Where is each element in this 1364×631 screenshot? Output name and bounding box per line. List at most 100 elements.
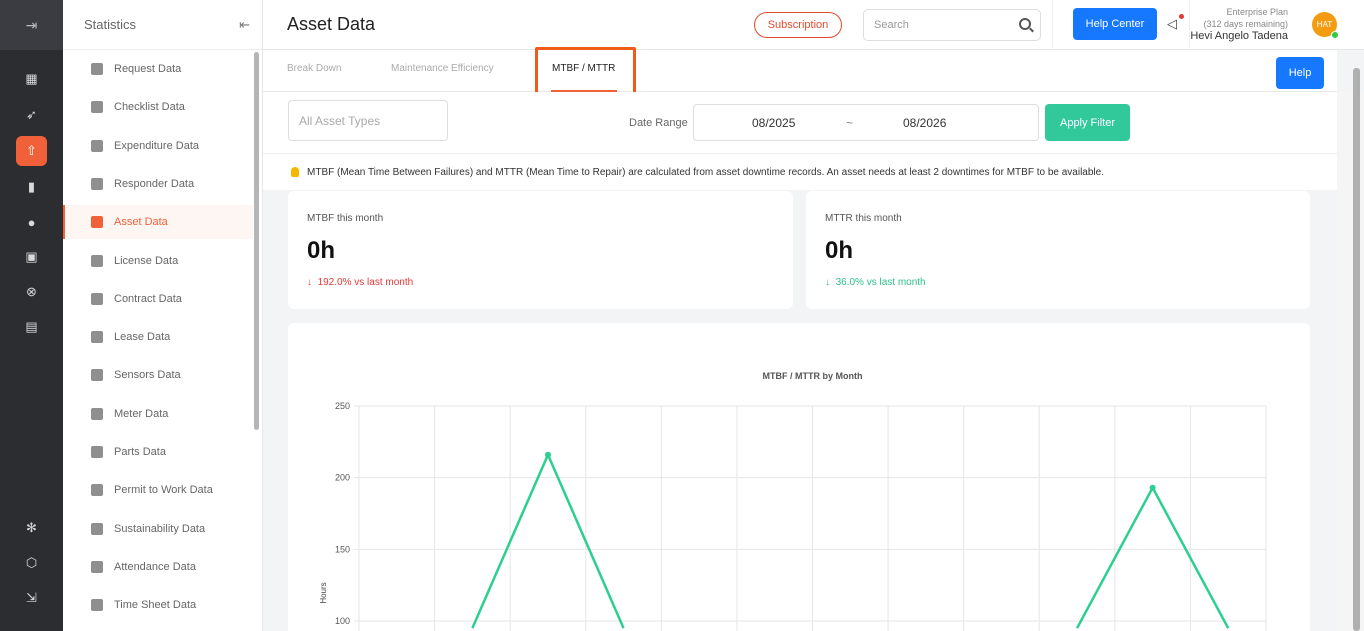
dashboard-icon[interactable]: ▦ bbox=[16, 64, 47, 94]
asset-types-select[interactable]: All Asset Types bbox=[288, 100, 448, 141]
sidebar-item-label: Parts Data bbox=[114, 446, 166, 458]
collapse-sidebar-icon[interactable]: ⇤ bbox=[239, 17, 250, 33]
date-to[interactable]: 08/2026 bbox=[903, 116, 946, 130]
date-range-picker[interactable]: 08/2025 ~ 08/2026 bbox=[693, 104, 1039, 141]
top-header: Asset Data Subscription Search Help Cent… bbox=[263, 0, 1364, 50]
filter-bar: All Asset Types Date Range 08/2025 ~ 08/… bbox=[263, 92, 1337, 154]
sidebar-item-icon bbox=[91, 139, 103, 152]
sidebar-scrollbar[interactable] bbox=[254, 52, 259, 430]
sidebar-item-meter-data[interactable]: Meter Data bbox=[63, 397, 253, 431]
sidebar-item-icon bbox=[91, 560, 103, 573]
y-axis-label: Hours bbox=[319, 582, 328, 603]
user-name[interactable]: Hevi Angelo Tadena bbox=[1190, 30, 1288, 42]
mttr-change: ↓ 36.0% vs last month bbox=[825, 277, 926, 288]
subscription-button[interactable]: Subscription bbox=[754, 12, 842, 38]
statistics-icon[interactable]: ⇧ bbox=[16, 136, 47, 166]
sidebar-item-sensors-data[interactable]: Sensors Data bbox=[63, 358, 253, 392]
tab-break-down[interactable]: Break Down bbox=[287, 63, 341, 74]
mttr-value: 0h bbox=[825, 237, 854, 264]
mtbf-change: ↓ 192.0% vs last month bbox=[307, 277, 413, 288]
search-input[interactable]: Search bbox=[863, 9, 1041, 41]
sidebar-item-label: Meter Data bbox=[114, 407, 169, 420]
sidebar-item-label: Expenditure Data bbox=[114, 139, 199, 152]
icon-rail: ⇥ ▦ ➶ ⇧ ▮ ● ▣ ⊗ ▤ ✻ ⬡ ⇲ bbox=[0, 0, 63, 631]
sidebar-item-parts-data[interactable]: Parts Data bbox=[63, 435, 253, 469]
logout-icon[interactable]: ⇲ bbox=[16, 583, 47, 613]
page-title: Asset Data bbox=[287, 14, 376, 34]
mtbf-change-text: 192.0% vs last month bbox=[317, 277, 414, 288]
sidebar-item-icon bbox=[91, 101, 103, 114]
tab-maintenance-efficiency[interactable]: Maintenance Efficiency bbox=[391, 63, 494, 74]
sidebar-item-icon bbox=[91, 331, 103, 344]
mttr-card: MTTR this month 0h ↓ 36.0% vs last month bbox=[806, 191, 1310, 309]
mtbf-card: MTBF this month 0h ↓ 192.0% vs last mont… bbox=[288, 191, 793, 309]
sidebar-item-sustainability-data[interactable]: Sustainability Data bbox=[63, 512, 253, 546]
sidebar-item-lease-data[interactable]: Lease Data bbox=[63, 320, 253, 354]
chart-title: MTBF / MTTR by Month bbox=[763, 371, 863, 381]
search-placeholder: Search bbox=[874, 19, 909, 31]
sidebar-item-label: Lease Data bbox=[114, 331, 171, 344]
search-icon[interactable] bbox=[1019, 18, 1031, 30]
sidebar-item-attendance-data[interactable]: Attendance Data bbox=[63, 550, 253, 584]
sidebar-item-label: Time Sheet Data bbox=[114, 599, 197, 612]
gear-icon[interactable]: ✻ bbox=[16, 513, 47, 543]
mtbf-value: 0h bbox=[307, 237, 336, 264]
plan-remaining: (312 days remaining) bbox=[1203, 19, 1288, 29]
sidebar-item-icon bbox=[91, 292, 103, 305]
sidebar-item-checklist-data[interactable]: Checklist Data bbox=[63, 90, 253, 124]
sidebar-item-time-sheet-data[interactable]: Time Sheet Data bbox=[63, 588, 253, 622]
mttr-change-text: 36.0% vs last month bbox=[835, 277, 926, 288]
sidebar-item-label: Asset Data bbox=[114, 216, 168, 229]
robot-icon[interactable]: ▣ bbox=[16, 242, 47, 272]
ai-icon[interactable]: ● bbox=[16, 207, 47, 237]
sidebar-item-icon bbox=[91, 599, 103, 612]
sidebar-item-label: Permit to Work Data bbox=[114, 484, 213, 497]
expand-icon[interactable]: ⇥ bbox=[0, 0, 63, 50]
apply-filter-button[interactable]: Apply Filter bbox=[1045, 104, 1130, 141]
mtbf-mttr-chart: MTBF / MTTR by Month 100 150 200 250 Hours bbox=[319, 371, 1267, 631]
chart-card: MTBF / MTTR by Month 100 150 200 250 Hours bbox=[288, 323, 1310, 631]
announcement-icon[interactable]: ◁ bbox=[1167, 16, 1177, 32]
date-separator: ~ bbox=[846, 116, 854, 130]
sidebar-item-icon bbox=[91, 446, 103, 458]
sidebar-item-icon bbox=[91, 177, 103, 190]
sidebar-item-label: Sensors Data bbox=[114, 369, 181, 382]
sidebar-item-icon bbox=[91, 63, 103, 75]
data-point bbox=[1149, 484, 1156, 491]
box-icon[interactable]: ⬡ bbox=[16, 548, 47, 578]
sidebar: Statistics ⇤ Request Data Checklist Data E… bbox=[63, 0, 263, 631]
main-scrollbar[interactable] bbox=[1353, 68, 1360, 631]
sidebar-item-label: Attendance Data bbox=[114, 560, 196, 573]
sidebar-item-request-data[interactable]: Request Data bbox=[63, 52, 253, 86]
sidebar-item-contract-data[interactable]: Contract Data bbox=[63, 282, 253, 316]
help-center-button[interactable]: Help Center bbox=[1073, 8, 1157, 40]
online-status-dot bbox=[1331, 31, 1339, 39]
bar-chart-icon[interactable]: ▮ bbox=[16, 172, 47, 202]
sidebar-item-responder-data[interactable]: Responder Data bbox=[63, 167, 253, 201]
plan-info: Enterprise Plan (312 days remaining) Hev… bbox=[1190, 6, 1288, 42]
sidebar-item-label: License Data bbox=[114, 254, 179, 267]
tab-bar: Break Down Maintenance Efficiency MTBF /… bbox=[263, 50, 1337, 92]
sidebar-item-label: Sustainability Data bbox=[114, 522, 206, 535]
sidebar-item-icon bbox=[91, 254, 103, 267]
sidebar-item-license-data[interactable]: License Data bbox=[63, 244, 253, 278]
info-note-text: MTBF (Mean Time Between Failures) and MT… bbox=[307, 166, 1104, 178]
arrow-down-icon: ↓ bbox=[825, 277, 830, 288]
sidebar-item-expenditure-data[interactable]: Expenditure Data bbox=[63, 129, 253, 163]
y-tick-label: 250 bbox=[335, 401, 350, 411]
documents-icon[interactable]: ▤ bbox=[16, 312, 47, 342]
rocket-icon[interactable]: ➶ bbox=[16, 100, 47, 130]
route-icon[interactable]: ⊗ bbox=[16, 277, 47, 307]
notification-dot bbox=[1179, 14, 1184, 19]
data-point bbox=[544, 451, 551, 458]
mtbf-label: MTBF this month bbox=[307, 213, 384, 224]
y-tick-label: 200 bbox=[335, 473, 350, 483]
sidebar-item-permit-to-work-data[interactable]: Permit to Work Data bbox=[63, 473, 253, 507]
info-note: MTBF (Mean Time Between Failures) and MT… bbox=[263, 154, 1337, 190]
y-tick-label: 100 bbox=[335, 616, 350, 626]
help-button[interactable]: Help bbox=[1276, 57, 1324, 89]
date-from[interactable]: 08/2025 bbox=[752, 116, 795, 130]
sidebar-item-asset-data[interactable]: Asset Data bbox=[63, 205, 253, 240]
sidebar-item-icon bbox=[91, 522, 103, 535]
date-range-label: Date Range bbox=[629, 117, 688, 129]
